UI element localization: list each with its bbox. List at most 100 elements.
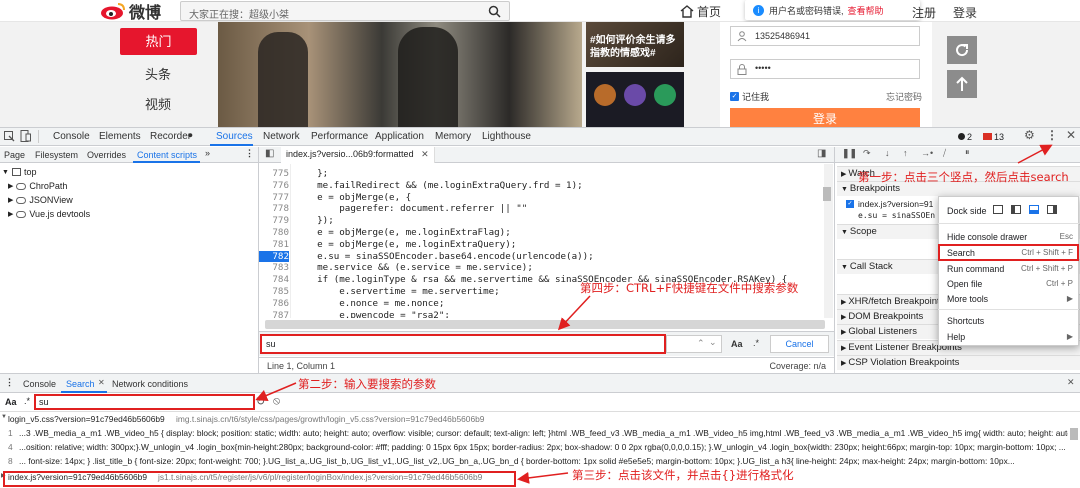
menu-item-run-command[interactable]: Run command Ctrl + Shift + P	[940, 263, 1077, 276]
step-into-icon[interactable]: ↓	[885, 148, 890, 158]
dock-right-icon[interactable]	[1047, 205, 1057, 214]
line-number[interactable]: 778	[259, 203, 289, 215]
error-badge[interactable]: 2	[958, 130, 972, 143]
code-line[interactable]: 778 pagerefer: document.referrer || ""	[259, 203, 824, 215]
side-item-video[interactable]: 视频	[145, 94, 171, 113]
clear-icon[interactable]: ⦸	[273, 395, 280, 408]
find-input-extension[interactable]: ⌃ ⌄	[666, 335, 722, 353]
forgot-password-link[interactable]: 忘记密码	[886, 90, 922, 103]
weibo-search-input[interactable]: 大家正在搜：超级小桀	[180, 1, 510, 21]
refresh-button[interactable]	[947, 36, 977, 64]
line-number[interactable]: 787	[259, 310, 289, 318]
toggle-navigator-icon[interactable]: ◧	[265, 148, 274, 159]
line-number[interactable]: 775	[259, 168, 289, 180]
nav-tab-page[interactable]: Page	[4, 150, 25, 160]
tree-item-top[interactable]: ▼ top	[2, 167, 36, 177]
line-number[interactable]: 781	[259, 239, 289, 251]
tab-lighthouse[interactable]: Lighthouse	[482, 131, 531, 142]
undock-icon[interactable]	[993, 205, 1003, 214]
kebab-menu-icon[interactable]: ⋮	[1046, 128, 1058, 142]
menu-item-help[interactable]: Help ▶	[940, 331, 1077, 344]
drawer-tab-console[interactable]: Console	[23, 379, 56, 389]
code-line[interactable]: 779 });	[259, 215, 824, 227]
code-line[interactable]: 781 e = objMerge(e, me.loginExtraQuery);	[259, 239, 824, 251]
search-match-case[interactable]: Aa	[5, 397, 17, 407]
side-item-headlines[interactable]: 头条	[145, 64, 171, 83]
search-result-file[interactable]: ▼ login_v5.css?version=91c79ed46b5606b9 im…	[0, 414, 1068, 427]
checkbox-checked-icon[interactable]: ✓	[846, 200, 854, 208]
tab-console[interactable]: Console	[53, 131, 90, 142]
search-result-line[interactable]: 8 ... font-size: 14px; } .list_title_b { …	[0, 456, 1068, 469]
tab-network[interactable]: Network	[263, 131, 300, 142]
search-result-line[interactable]: 1 ...3 .WB_media_a_m1 .WB_video_h5 { disp…	[0, 428, 1068, 441]
menu-item-more-tools[interactable]: More tools ▶	[940, 293, 1077, 306]
breakpoint-item[interactable]: ✓ index.js?version=91 e.su = sinaSSOEn	[844, 198, 939, 224]
breakpoint-line-number[interactable]: 782	[259, 250, 289, 263]
weibo-nav-home[interactable]: 首页	[680, 3, 721, 20]
step-icon[interactable]: →•	[921, 148, 933, 158]
navigator-menu-icon[interactable]: ⋮	[245, 148, 254, 159]
login-button[interactable]: 登录	[730, 108, 920, 127]
game-thumb[interactable]	[586, 72, 684, 127]
search-regex[interactable]: .*	[24, 396, 30, 406]
drawer-tab-network-conditions[interactable]: Network conditions	[112, 379, 188, 389]
nav-tab-filesystem[interactable]: Filesystem	[35, 150, 78, 160]
warning-badge[interactable]: 13	[983, 130, 1004, 143]
refresh-icon[interactable]: ↻	[256, 395, 265, 408]
menu-item-open-file[interactable]: Open file Ctrl + P	[940, 278, 1077, 291]
line-number[interactable]: 785	[259, 286, 289, 298]
drawer-menu-icon[interactable]: ⋮	[5, 377, 14, 388]
line-number[interactable]: 783	[259, 262, 289, 274]
phone-field[interactable]: 13525486941	[730, 26, 920, 46]
find-cancel-button[interactable]: Cancel	[770, 335, 829, 353]
close-icon[interactable]: ✕	[1066, 128, 1076, 142]
search-result-line[interactable]: 4 ...osition: relative; width: 300px;}.W_…	[0, 442, 1068, 455]
drawer-close-icon[interactable]: ✕	[1067, 377, 1075, 388]
find-match-case[interactable]: Aa	[731, 339, 743, 349]
file-tab[interactable]: index.js?versio...06b9:formatted ✕	[281, 147, 435, 163]
nav-tab-content-scripts[interactable]: Content scripts	[137, 150, 197, 160]
editor-scrollbar-h[interactable]	[265, 320, 825, 329]
password-field[interactable]: •••••	[730, 59, 920, 79]
search-icon[interactable]	[488, 5, 501, 18]
line-number[interactable]: 786	[259, 298, 289, 310]
tab-sources[interactable]: Sources	[216, 131, 253, 142]
tab-close-icon[interactable]: ✕	[421, 149, 429, 159]
menu-item-shortcuts[interactable]: Shortcuts	[940, 315, 1077, 328]
line-number[interactable]: 784	[259, 274, 289, 286]
results-scrollbar[interactable]	[1070, 428, 1078, 440]
code-line[interactable]: 776 me.failRedirect && (me.loginExtraQue…	[259, 180, 824, 192]
promo-thumb[interactable]: #如何评价余生请多指教的情感戏#	[586, 22, 684, 67]
sidebar-scrollbar-thumb[interactable]	[823, 187, 831, 201]
code-line[interactable]: 782 e.su = sinaSSOEncoder.base64.encode(…	[259, 250, 824, 263]
line-number[interactable]: 776	[259, 180, 289, 192]
code-line[interactable]: 787 e.pwencode = "rsa2";	[259, 310, 824, 318]
scroll-top-button[interactable]	[947, 70, 977, 98]
more-tabs-icon[interactable]: »	[205, 148, 210, 158]
line-number[interactable]: 777	[259, 192, 289, 204]
gear-icon[interactable]: ⚙	[1024, 128, 1035, 142]
line-number[interactable]: 780	[259, 227, 289, 239]
dock-left-icon[interactable]	[1011, 205, 1021, 214]
tab-close-icon[interactable]: ✕	[98, 378, 105, 387]
tree-item-vuejs[interactable]: ▶ Vue.js devtools	[8, 209, 90, 219]
code-line[interactable]: 786 e.nonce = me.nonce;	[259, 298, 824, 310]
code-line[interactable]: 780 e = objMerge(e, me.loginExtraFlag);	[259, 227, 824, 239]
debugger-section[interactable]: ▶ CSP Violation Breakpoints	[837, 355, 1080, 370]
tree-item-jsonview[interactable]: ▶ JSONView	[8, 195, 73, 205]
deactivate-breakpoints-icon[interactable]: ⧸	[943, 148, 946, 159]
tree-item-chropath[interactable]: ▶ ChroPath	[8, 181, 67, 191]
find-regex[interactable]: .*	[753, 338, 759, 348]
code-line[interactable]: 783 me.service && (e.service = me.servic…	[259, 262, 824, 274]
tab-recorder[interactable]: Recorder	[150, 131, 191, 142]
remember-checkbox[interactable]: ✓ 记住我	[730, 90, 769, 103]
find-next-icon[interactable]: ⌄	[709, 337, 717, 348]
code-line[interactable]: 775 };	[259, 168, 824, 180]
side-item-hot[interactable]: 热门	[120, 28, 197, 55]
weibo-nav-login[interactable]: 登录	[953, 4, 977, 21]
tab-application[interactable]: Application	[375, 131, 424, 142]
tooltip-help-link[interactable]: 查看帮助	[848, 4, 884, 17]
weibo-logo[interactable]: 微博	[100, 0, 161, 22]
tab-elements[interactable]: Elements	[99, 131, 141, 142]
toggle-debugger-icon[interactable]: ◨	[817, 148, 826, 159]
